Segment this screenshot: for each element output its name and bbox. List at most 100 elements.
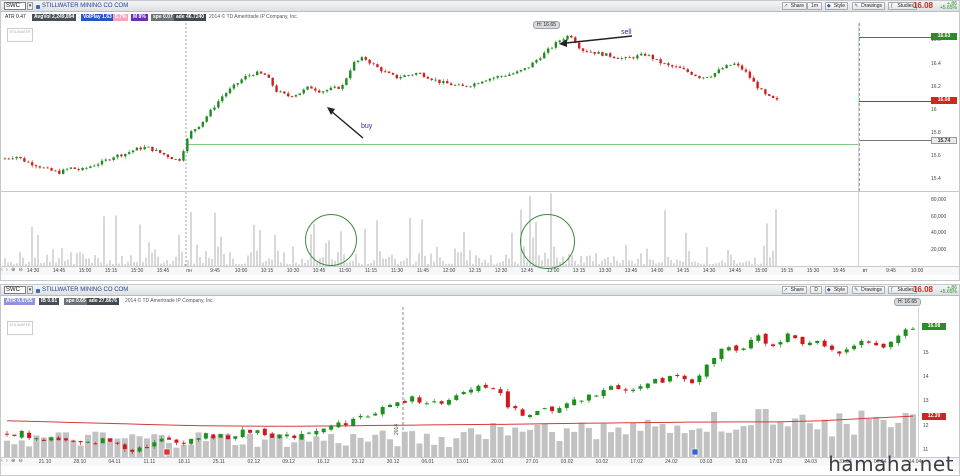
daily-candle	[277, 434, 282, 439]
study-ade[interactable]: ade 46.7240	[174, 14, 207, 21]
intraday-candle	[275, 85, 278, 92]
lower-price-axis[interactable]: 16151413121116.0812.39	[918, 307, 959, 457]
daily-candle	[675, 375, 680, 377]
lower-time-label: 06.01	[421, 459, 435, 465]
upper-time-label: пн	[186, 268, 192, 274]
lower-time-label: 24.02	[665, 459, 678, 465]
lower-share-button[interactable]: ↗ Share	[781, 286, 807, 294]
daily-candle	[343, 423, 348, 426]
study-ib[interactable]: IB 0.81	[39, 298, 60, 305]
lower-company-name[interactable]: STILLWATER MINING CO COM	[35, 286, 128, 295]
upper-drawings-button[interactable]: ✎ Drawings	[852, 2, 885, 10]
intraday-candle	[717, 69, 721, 74]
lower-symbol-input[interactable]: SWC	[4, 286, 26, 294]
intraday-candle	[306, 86, 309, 90]
lower-drawings-button[interactable]: ✎ Drawings	[852, 286, 885, 294]
intraday-candle	[279, 91, 282, 93]
study-volplay[interactable]: VolPlay 1.63	[81, 14, 114, 21]
daily-candle	[557, 408, 562, 413]
daily-candle	[785, 333, 790, 342]
daily-candle	[299, 434, 304, 440]
intraday-candle	[314, 88, 317, 91]
lower-price-tick: 13	[923, 398, 929, 405]
upper-time-label: 15:15	[780, 268, 794, 274]
intraday-volume-plot[interactable]	[1, 192, 859, 266]
study-atr[interactable]: ATR 0.47	[5, 14, 26, 21]
intraday-chart-panel: SWC ▾ STILLWATER MINING CO COM ↗ Share 1m…	[0, 0, 960, 281]
study-avgvol[interactable]: AvgVol 2,249,894	[32, 14, 77, 21]
intraday-candle	[58, 170, 61, 174]
daily-volume-bar	[740, 426, 747, 457]
lower-time-axis[interactable]: ‹ › ⊕ ⊖ 21.10 28.10 04.11 11.11 18.11 25.11 02…	[1, 457, 959, 466]
daily-volume-bar	[306, 441, 312, 457]
daily-volume-bar	[873, 416, 880, 457]
daily-candle	[41, 439, 46, 441]
study-mpct[interactable]: M 8%	[131, 14, 148, 21]
intraday-candle	[438, 79, 441, 84]
intraday-candle	[263, 73, 267, 75]
daily-candle	[86, 441, 91, 443]
daily-candle	[660, 378, 665, 383]
daily-candle	[505, 391, 510, 408]
intraday-price-plot[interactable]	[1, 23, 859, 191]
lower-symbol-dropdown-icon[interactable]: ▾	[27, 286, 33, 294]
lower-style-button[interactable]: ◆ Style	[824, 286, 848, 294]
daily-price-plot[interactable]	[1, 307, 921, 457]
daily-volume-bar	[902, 413, 909, 457]
intraday-candle	[640, 53, 643, 56]
daily-volume-bar	[254, 446, 261, 457]
upper-time-axis[interactable]: ‹ › ⊕ ⊖ 14:30 14:45 15:00 15:15 15:30 15:45 пн…	[1, 266, 959, 275]
study-ade-daily[interactable]: ade 27.8676	[87, 298, 120, 305]
daily-candle	[174, 439, 179, 443]
upper-time-label: 15:00	[78, 268, 92, 274]
intraday-candle	[286, 93, 290, 97]
intraday-candle	[190, 131, 193, 139]
daily-candle	[712, 358, 717, 365]
study-spe-daily[interactable]: spe 0.65	[64, 298, 88, 305]
intraday-candle	[771, 95, 775, 98]
daily-candle	[859, 340, 864, 346]
upper-style-button[interactable]: ◆ Style	[824, 2, 848, 10]
intraday-candle	[744, 69, 748, 72]
daily-candle	[881, 343, 886, 348]
intraday-candle	[682, 67, 686, 70]
upper-time-label: 14:00	[650, 268, 664, 274]
lower-scroll-controls[interactable]: ‹ › ⊕ ⊖	[1, 458, 61, 466]
study-atr-daily[interactable]: ATR 0.5755	[4, 298, 35, 305]
lower-time-label: 20.01	[491, 459, 504, 465]
daily-candle	[365, 416, 370, 418]
daily-volume-bar	[814, 429, 821, 457]
intraday-candle	[42, 167, 45, 169]
daily-candle	[623, 389, 628, 391]
daily-candle	[122, 444, 127, 450]
daily-candle	[631, 389, 636, 392]
intraday-candle	[535, 60, 538, 63]
upper-symbol-dropdown-icon[interactable]: ▾	[27, 2, 33, 10]
upper-volume-axis[interactable]: 80,000 60,000 40,000 20,000	[858, 192, 959, 266]
upper-symbol-input[interactable]: SWC	[4, 2, 26, 10]
intraday-candle	[686, 69, 689, 72]
upper-company-name[interactable]: STILLWATER MINING CO COM	[35, 2, 128, 11]
daily-candle	[284, 434, 289, 437]
study-pct[interactable]: 5.7%	[113, 14, 129, 21]
lower-timeframe-button[interactable]: D	[810, 286, 822, 294]
lower-time-label: 28.10	[73, 459, 87, 465]
upper-share-button[interactable]: ↗ Share	[781, 2, 807, 10]
upper-time-label: 11:15	[364, 268, 378, 274]
pencil-icon: ✎	[854, 3, 859, 9]
intraday-candle	[566, 35, 569, 40]
upper-volume-tick: 40,000	[931, 230, 947, 237]
daily-volume-bar	[549, 432, 556, 457]
daily-volume-bar	[608, 432, 614, 457]
daily-candle	[476, 385, 481, 392]
intraday-candle	[217, 101, 220, 108]
study-spe[interactable]: spe 0.07	[151, 14, 175, 21]
upper-price-axis[interactable]: 16.616.416.21615.815.615.416.6316.0815.7…	[858, 23, 959, 191]
daily-volume-bar	[821, 419, 828, 457]
daily-volume-bar	[202, 441, 209, 457]
daily-candle	[417, 397, 422, 403]
intraday-candle	[34, 165, 38, 167]
intraday-candle	[725, 65, 728, 69]
daily-candle	[778, 342, 783, 345]
upper-timeframe-button[interactable]: 1m	[807, 2, 822, 10]
